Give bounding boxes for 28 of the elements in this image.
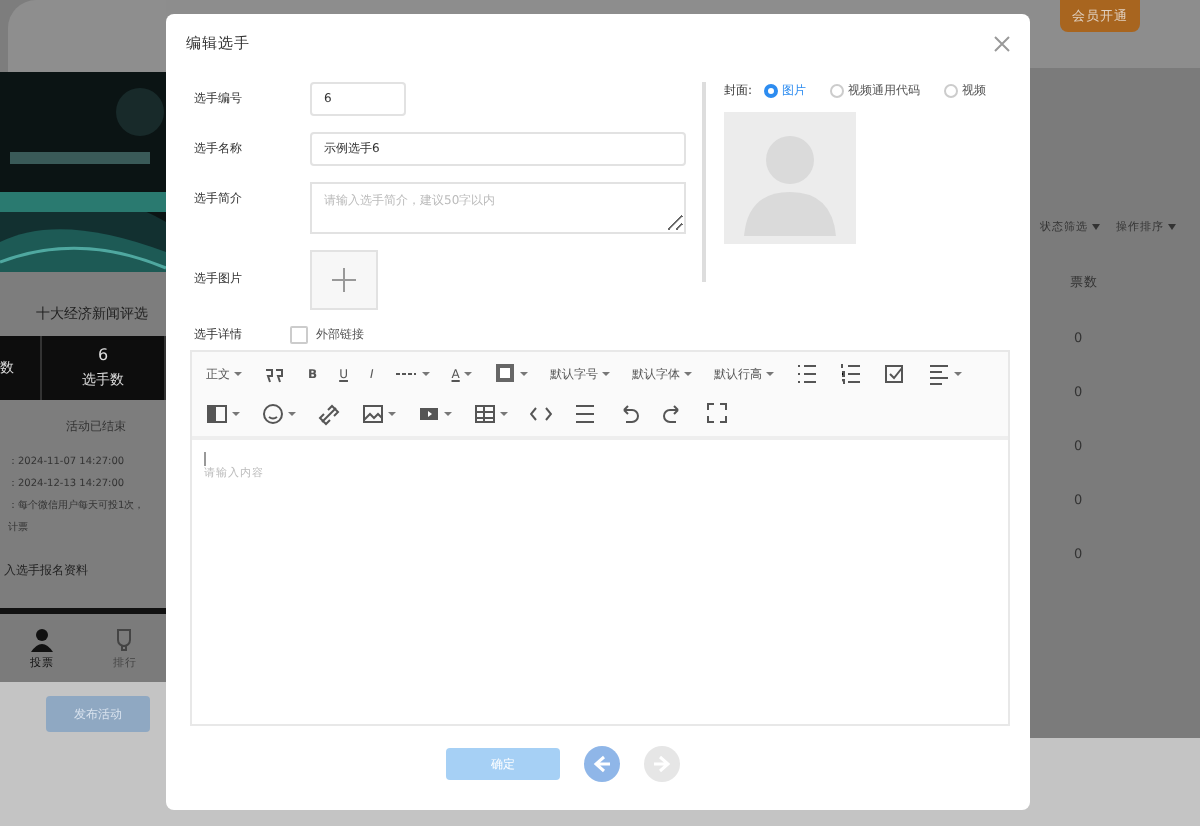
undo-icon — [618, 402, 640, 426]
person-icon — [29, 627, 54, 651]
caret-icon — [1168, 224, 1176, 230]
image-icon — [362, 402, 384, 426]
radio-button[interactable] — [830, 84, 845, 98]
background-color-icon — [493, 362, 516, 386]
trophy-icon — [112, 627, 137, 651]
checklist-icon — [883, 362, 906, 386]
redo-icon — [662, 402, 684, 426]
bullet-list-icon — [795, 362, 818, 386]
indent-icon — [206, 402, 228, 426]
fullscreen-icon — [706, 402, 728, 426]
numbered-list-icon — [839, 362, 862, 386]
radio-button[interactable] — [944, 84, 959, 98]
stat-value: 6 — [97, 346, 109, 364]
radio-button[interactable] — [764, 84, 779, 98]
add-image-button[interactable] — [310, 250, 378, 310]
checkbox[interactable] — [290, 326, 308, 344]
close-icon[interactable] — [994, 36, 1010, 52]
align-icon — [927, 362, 950, 386]
code-icon — [530, 402, 552, 426]
avatar-placeholder-icon — [724, 112, 856, 244]
caret-icon — [1092, 224, 1100, 230]
emoji-icon — [262, 402, 284, 426]
divider-icon — [574, 402, 596, 426]
video-icon — [418, 402, 440, 426]
link-icon — [318, 402, 340, 426]
table-icon — [474, 402, 496, 426]
